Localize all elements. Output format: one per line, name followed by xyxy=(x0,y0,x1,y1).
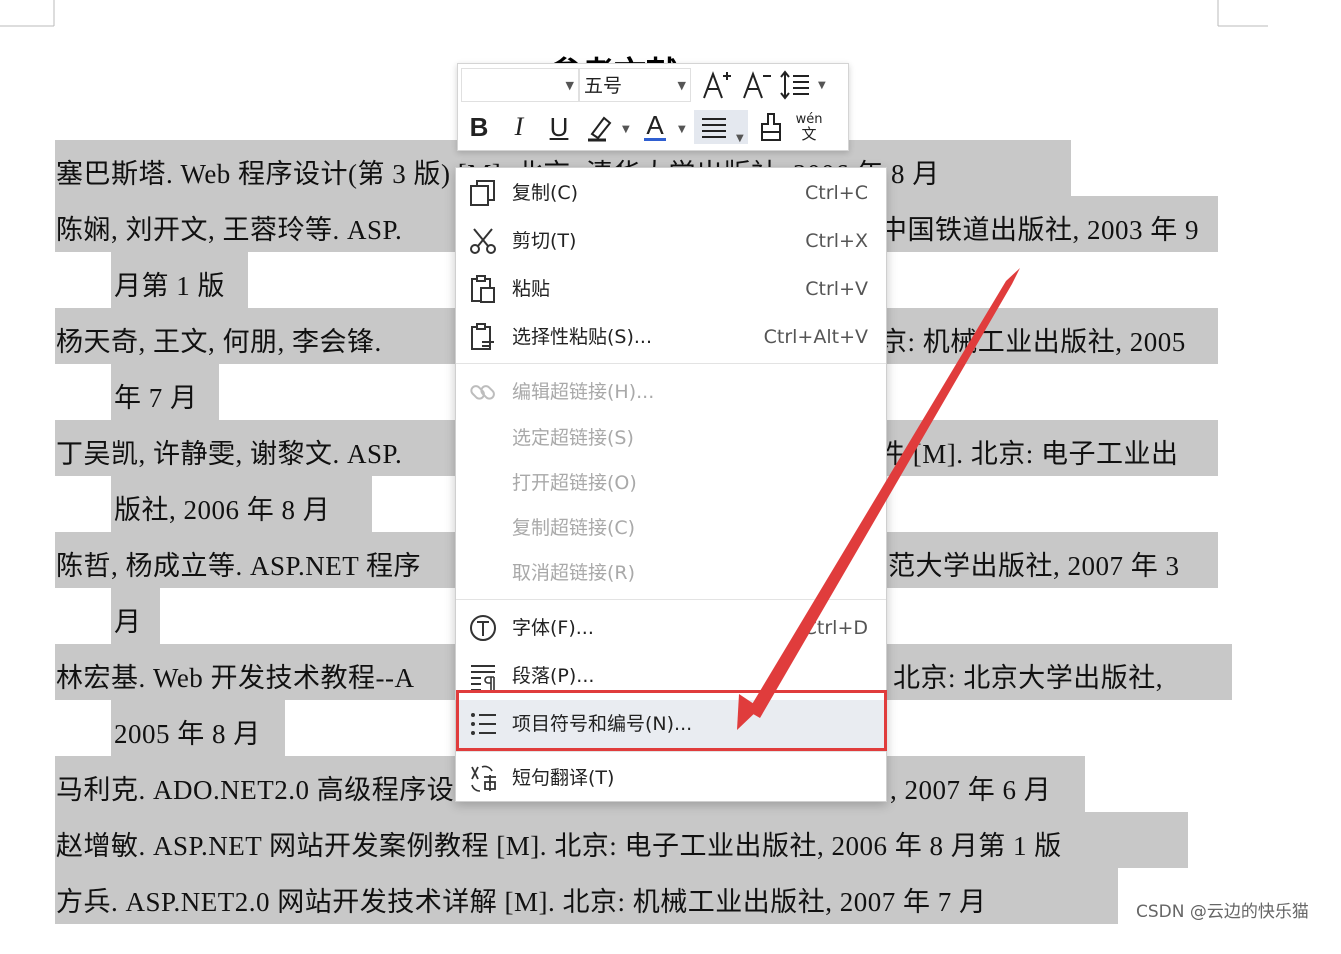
annotation-arrow-icon xyxy=(737,268,1020,730)
watermark: CSDN @云边的快乐猫 xyxy=(1118,870,1341,930)
